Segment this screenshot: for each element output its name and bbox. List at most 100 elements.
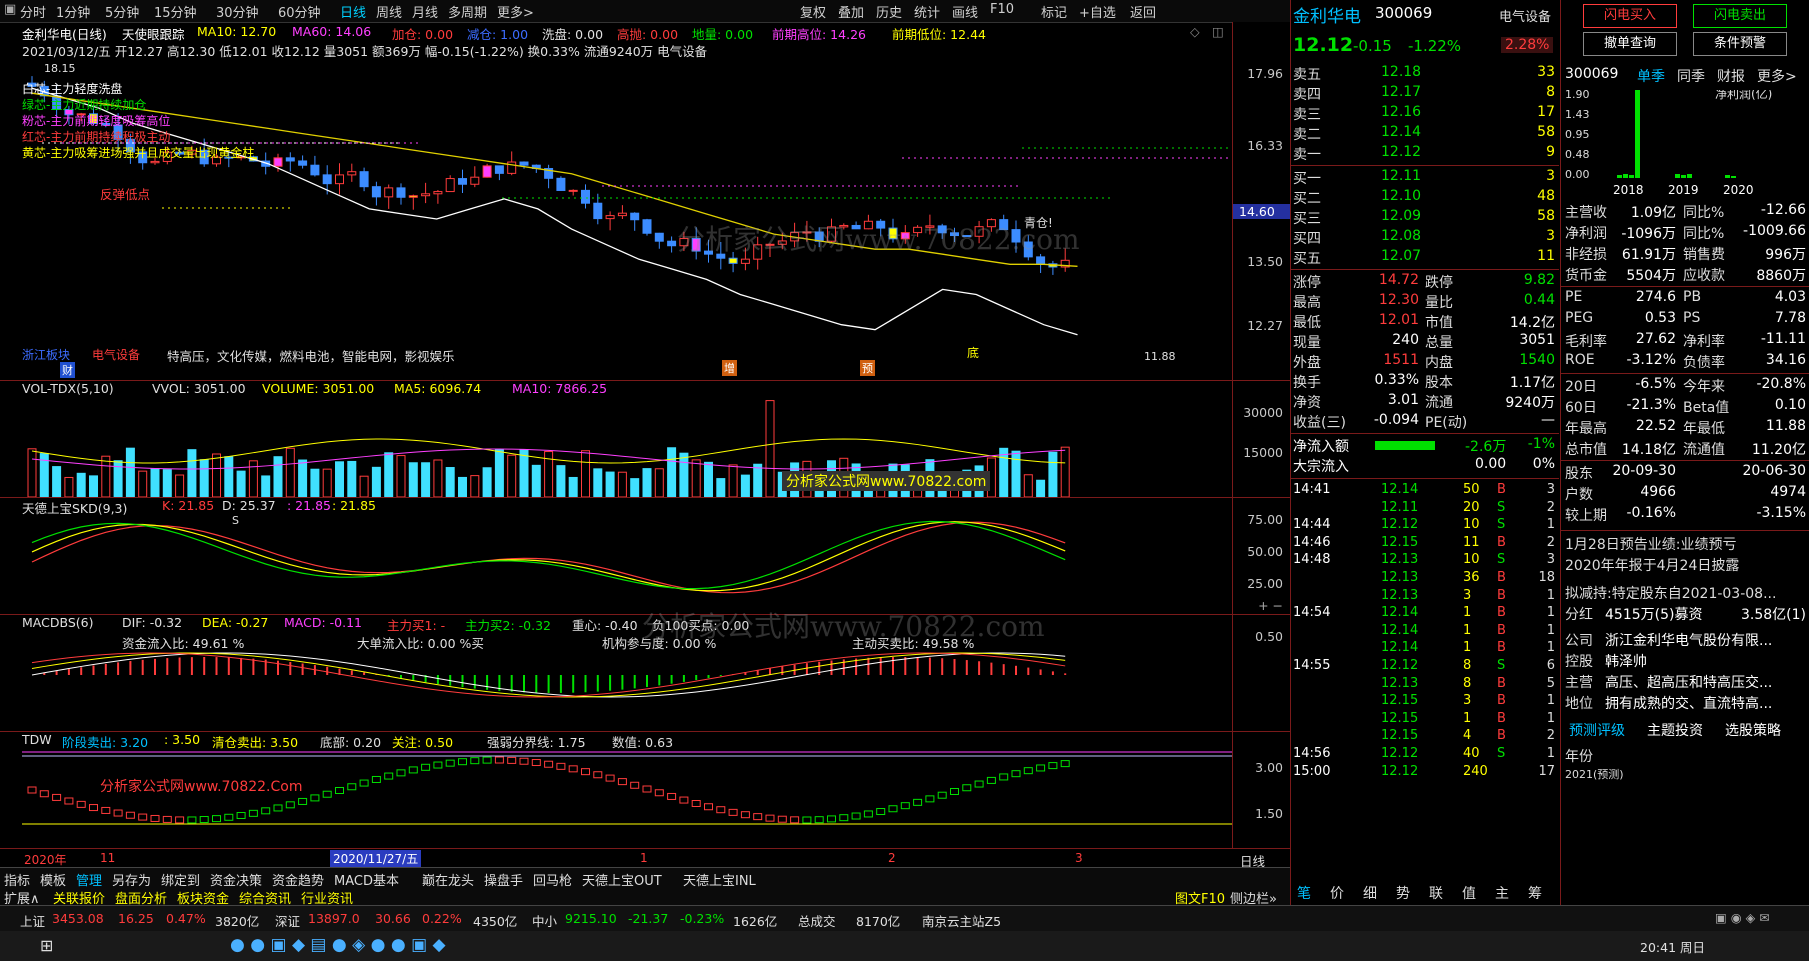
macd-chart[interactable]: MACDBS(6) DIF: -0.32 DEA: -0.27 MACD: -0… — [22, 610, 1232, 731]
macd-title[interactable]: MACDBS(6) — [22, 615, 93, 630]
note-row[interactable]: 拟减持:特定股东自2021-03-08... — [1565, 583, 1806, 605]
candle-body — [568, 189, 578, 192]
indicator-tab[interactable]: 模板 — [40, 870, 66, 889]
tdw-box — [199, 816, 209, 824]
tab-same-quarter[interactable]: 同季 — [1677, 66, 1705, 86]
quote-tab[interactable]: 值 — [1462, 883, 1476, 903]
f10-tab[interactable]: 预测评级 — [1569, 720, 1625, 740]
sector-prefix[interactable]: 浙江板块 — [22, 346, 70, 363]
indicator-tab[interactable]: 天德上宝OUT — [582, 870, 662, 889]
period-tab[interactable]: 月线 — [412, 2, 438, 21]
diamond-icon[interactable]: ◇ — [1190, 24, 1200, 39]
indicator-tab[interactable]: 资金趋势 — [272, 870, 324, 889]
price-chart[interactable]: 白芯-主力轻度洗盘 绿芯-主力近期持续加仓 粉芯-主力前期轻度吸筹高位 红芯-主力前期… — [22, 58, 1232, 380]
period-tab[interactable]: 多周期 — [448, 2, 487, 21]
tdw-box — [64, 797, 74, 805]
order-row[interactable]: 买四 12.08 3 — [1293, 228, 1559, 248]
order-row[interactable]: 买二 12.10 48 — [1293, 188, 1559, 208]
cai-badge[interactable]: 财 — [60, 362, 75, 378]
quote-tab[interactable]: 联 — [1429, 883, 1443, 903]
app-icons[interactable]: ● ● ▣ ◆ ▤ ● ◈ ● ● ▣ ◆ — [230, 935, 446, 955]
indicator-tab[interactable]: 绑定到 — [161, 870, 200, 889]
tick-side: S — [1497, 499, 1506, 515]
order-row[interactable]: 买五 12.07 11 — [1293, 248, 1559, 268]
divider — [1291, 165, 1559, 166]
tool-button[interactable]: 叠加 — [838, 2, 864, 21]
tab-report[interactable]: 财报 — [1717, 66, 1745, 86]
condition-alert-button[interactable]: 条件预警 — [1693, 32, 1787, 56]
window-icon[interactable]: ◫ — [1212, 24, 1224, 39]
tool-button[interactable]: +自选 — [1079, 2, 1116, 21]
order-row[interactable]: 买三 12.09 58 — [1293, 208, 1559, 228]
indicator-tab[interactable]: 操盘手 — [484, 870, 523, 889]
fin-value: -3.12% — [1626, 352, 1676, 368]
indicator-tab[interactable]: 指标 — [4, 870, 30, 889]
skd-title[interactable]: 天德上宝SKD(9,3) — [22, 498, 127, 517]
flash-buy-button[interactable]: 闪电买入 — [1583, 4, 1677, 28]
tdw-title[interactable]: TDW — [22, 732, 52, 747]
flash-sell-button[interactable]: 闪电卖出 — [1693, 4, 1787, 28]
quote-sector[interactable]: 电气设备 — [1499, 6, 1551, 25]
order-row[interactable]: 卖五 12.18 33 — [1293, 64, 1559, 84]
period-tab[interactable]: 1分钟 — [56, 2, 90, 21]
quote-tab[interactable]: 细 — [1363, 883, 1377, 903]
note-row[interactable]: 1月28日预告业绩:业绩预亏 — [1565, 534, 1806, 556]
cancel-query-button[interactable]: 撤单查询 — [1583, 32, 1677, 56]
tool-button[interactable]: 历史 — [876, 2, 902, 21]
plus-minus-icon[interactable]: + − — [1258, 598, 1283, 613]
tray-icons[interactable]: ▣ ◉ ◈ ✉ — [1715, 910, 1770, 925]
f10-tab[interactable]: 主题投资 — [1647, 720, 1703, 740]
period-tab[interactable]: 日线 — [340, 2, 366, 21]
indicator-tab[interactable]: 回马枪 — [533, 870, 572, 889]
f10-tab[interactable]: 选股策略 — [1725, 720, 1781, 740]
period-tab[interactable]: 5分钟 — [105, 2, 139, 21]
quote-tab[interactable]: 笔 — [1297, 883, 1311, 903]
tool-button[interactable]: 统计 — [914, 2, 940, 21]
period-tab[interactable]: 60分钟 — [278, 2, 321, 21]
skd-chart[interactable]: 天德上宝SKD(9,3) K: 21.85 D: 25.37 : 21.85 :… — [22, 498, 1232, 614]
order-row[interactable]: 卖三 12.16 17 — [1293, 104, 1559, 124]
indicator-tab[interactable]: MACD基本 — [334, 870, 399, 889]
tool-button[interactable]: 复权 — [800, 2, 826, 21]
zeng-badge: 增 — [722, 360, 737, 376]
quote-tab[interactable]: 筹 — [1528, 883, 1542, 903]
indicator-tab[interactable]: 另存为 — [112, 870, 151, 889]
period-tab[interactable]: 周线 — [376, 2, 402, 21]
grid-icon[interactable]: ▣ — [4, 2, 16, 17]
tool-button[interactable]: F10 — [990, 2, 1014, 17]
volume-chart[interactable]: VOL-TDX(5,10) VVOL: 3051.00 VOLUME: 3051… — [22, 381, 1232, 497]
vol-title[interactable]: VOL-TDX(5,10) — [22, 381, 114, 396]
tdw-chart[interactable]: TDW 阶段卖出: 3.20 : 3.50 清仓卖出: 3.50 底部: 0.2… — [22, 732, 1232, 848]
order-row[interactable]: 卖四 12.17 8 — [1293, 84, 1559, 104]
tdw-box — [827, 815, 836, 823]
volume-bar — [654, 468, 664, 497]
stat-value: 9.82 — [1523, 272, 1555, 288]
period-tab[interactable]: 更多> — [497, 2, 534, 21]
period-tab[interactable]: 分时 — [20, 2, 46, 21]
period-tab[interactable]: 30分钟 — [216, 2, 259, 21]
indicator-tab[interactable]: 巅在龙头 — [422, 870, 474, 889]
quote-tab[interactable]: 势 — [1396, 883, 1410, 903]
period-tab[interactable]: 15分钟 — [154, 2, 197, 21]
tdw-box — [359, 779, 369, 787]
indicator-tab[interactable]: 管理 — [76, 870, 102, 889]
tab-more[interactable]: 更多> — [1757, 66, 1797, 86]
order-row[interactable]: 买一 12.11 3 — [1293, 168, 1559, 188]
start-icon[interactable]: ⊞ — [40, 936, 53, 955]
indicator-tab[interactable]: 资金决策 — [210, 870, 262, 889]
tdw-box — [138, 813, 148, 821]
tdw-box — [187, 816, 197, 824]
note-row[interactable]: 2020年年报于4月24日披露 — [1565, 555, 1806, 577]
sector-label[interactable]: 电气设备 — [92, 346, 140, 363]
quote-tab[interactable]: 价 — [1330, 883, 1344, 903]
tool-button[interactable]: 标记 — [1041, 2, 1067, 21]
order-row[interactable]: 卖一 12.12 9 — [1293, 144, 1559, 164]
quote-tab[interactable]: 主 — [1495, 883, 1509, 903]
indicator-tab[interactable]: 天德上宝INL — [683, 870, 756, 889]
tab-quarter[interactable]: 单季 — [1637, 66, 1665, 86]
tick-price: 12.13 — [1381, 570, 1419, 585]
order-row[interactable]: 卖二 12.14 58 — [1293, 124, 1559, 144]
tool-button[interactable]: 画线 — [952, 2, 978, 21]
tool-button[interactable]: 返回 — [1130, 2, 1156, 21]
server-name[interactable]: 南京云主站Z5 — [922, 911, 1001, 930]
